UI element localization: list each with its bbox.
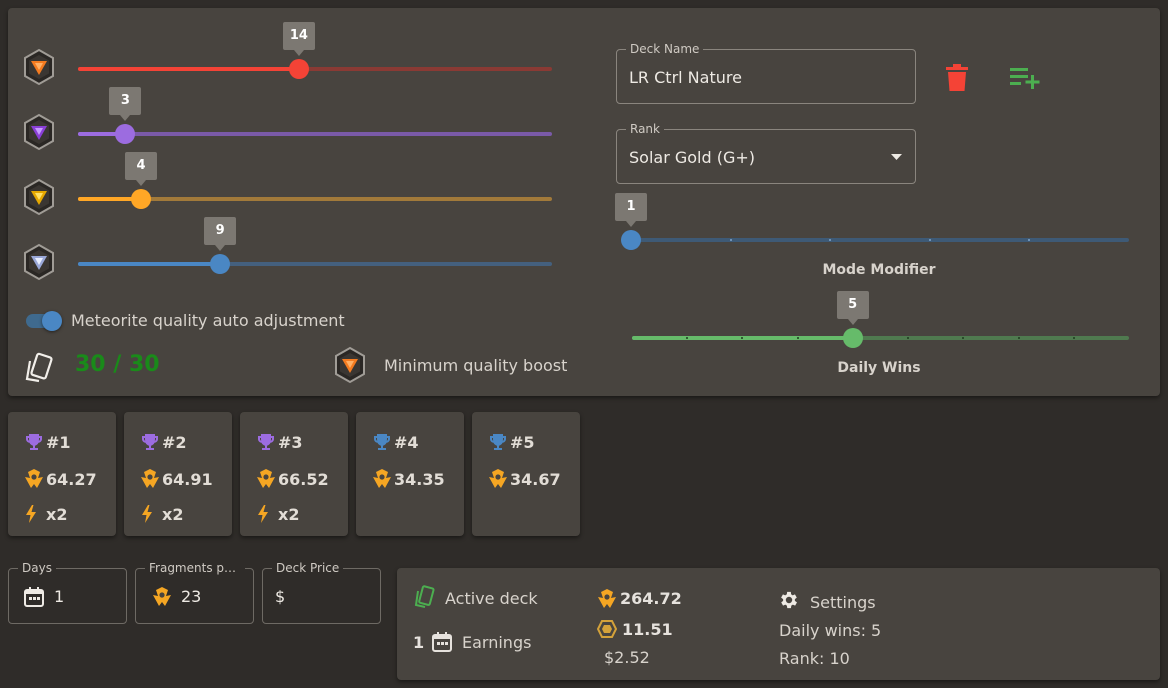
- deck-name-field[interactable]: Deck Name LR Ctrl Nature: [616, 42, 916, 104]
- card-rank: #1: [46, 432, 71, 452]
- daily-wins-value-label: 5: [836, 291, 869, 325]
- trophy-icon: [488, 432, 508, 452]
- silver-meteorite-value-label: 9: [204, 217, 237, 251]
- trophy-icon: [256, 432, 276, 452]
- orange-meteorite-icon: [22, 47, 56, 87]
- fragment-icon: [597, 588, 617, 610]
- bolt-icon: [24, 504, 38, 524]
- fragment-icon: [256, 468, 276, 490]
- orange-meteorite-icon[interactable]: [333, 345, 367, 385]
- mode-modifier-slider-thumb[interactable]: [621, 230, 641, 250]
- card-fragments: 66.52: [278, 469, 329, 489]
- earnings-days: 1: [413, 633, 425, 652]
- daily-wins-slider-tick: [1072, 337, 1075, 339]
- auto-adjust-label: Meteorite quality auto adjustment: [71, 311, 345, 330]
- bolt-icon: [256, 504, 270, 524]
- result-card[interactable]: #1 64.27 x2: [8, 412, 116, 536]
- gold-meteorite-icon: [22, 177, 56, 217]
- fragments-per-day-label: Fragments per day: [145, 561, 245, 575]
- fragments-per-day-input[interactable]: 23: [181, 587, 201, 606]
- trophy-icon: [372, 432, 392, 452]
- card-fragments: 34.67: [510, 469, 561, 489]
- usd-total: $2.52: [604, 648, 650, 667]
- trophy-icon: [140, 432, 160, 452]
- orange-meteorite-slider-fill: [78, 67, 299, 71]
- rank-label: Rank: [626, 122, 664, 136]
- deck-name-input[interactable]: LR Ctrl Nature: [629, 68, 742, 87]
- delete-icon[interactable]: [945, 64, 969, 92]
- card-rank: #5: [510, 432, 535, 452]
- orange-meteorite-slider-track[interactable]: [78, 67, 552, 71]
- daily-wins-slider-thumb[interactable]: [842, 328, 863, 348]
- rank-value: Solar Gold (G+): [629, 148, 756, 167]
- card-fragments: 34.35: [394, 469, 445, 489]
- result-card[interactable]: #4 34.35: [356, 412, 464, 536]
- fragment-icon: [24, 468, 44, 490]
- gold-meteorite-slider-thumb[interactable]: [131, 189, 152, 209]
- fragment-icon: [488, 468, 508, 490]
- mode-modifier-value-label: 1: [615, 193, 647, 227]
- orange-meteorite-slider-thumb[interactable]: [288, 59, 309, 79]
- purple-meteorite-slider-track[interactable]: [78, 132, 552, 136]
- daily-wins-slider-tick: [1017, 337, 1020, 339]
- card-fragments: 64.91: [162, 469, 213, 489]
- mode-modifier-label: Mode Modifier: [822, 262, 936, 278]
- dropdown-arrow-icon: [891, 154, 902, 160]
- card-rank: #4: [394, 432, 419, 452]
- fragments-per-day-field[interactable]: Fragments per day 23: [135, 561, 254, 624]
- silver-meteorite-icon: [22, 242, 56, 282]
- mode-modifier-slider-tick: [729, 239, 732, 241]
- deck-name-label: Deck Name: [626, 42, 704, 56]
- mode-modifier-slider-tick: [928, 239, 931, 241]
- days-input[interactable]: 1: [54, 587, 64, 606]
- calendar-icon: [431, 631, 453, 653]
- auto-adjust-toggle[interactable]: [42, 311, 62, 331]
- gold-meteorite-value-label: 4: [125, 152, 158, 186]
- card-rank: #2: [162, 432, 187, 452]
- deck-price-prefix: $: [275, 587, 286, 606]
- fragment-icon: [152, 586, 172, 608]
- trophy-icon: [24, 432, 44, 452]
- silver-meteorite-slider-track[interactable]: [78, 262, 552, 266]
- daily-wins-summary: Daily wins: 5: [779, 621, 882, 640]
- earnings-label: Earnings: [462, 633, 532, 652]
- rank-select[interactable]: Rank Solar Gold (G+): [616, 122, 916, 184]
- card-boost: x2: [278, 504, 300, 524]
- calendar-icon: [23, 586, 45, 608]
- fragment-icon: [140, 468, 160, 490]
- result-card[interactable]: #3 66.52 x2: [240, 412, 348, 536]
- daily-wins-slider-track[interactable]: [632, 336, 1129, 340]
- bolt-icon: [140, 504, 154, 524]
- card-fragments: 64.27: [46, 469, 97, 489]
- gear-icon[interactable]: [778, 589, 800, 611]
- days-label: Days: [18, 561, 56, 575]
- deck-price-label: Deck Price: [272, 561, 344, 575]
- fragments-total: 264.72: [620, 589, 682, 608]
- card-boost: x2: [162, 504, 184, 524]
- mode-modifier-slider-track[interactable]: [631, 238, 1129, 242]
- fragment-icon: [372, 468, 392, 490]
- deck-price-field[interactable]: Deck Price $: [262, 561, 381, 624]
- result-card[interactable]: #5 34.67: [472, 412, 580, 536]
- active-deck-label: Active deck: [445, 589, 538, 608]
- purple-meteorite-value-label: 3: [109, 87, 142, 121]
- card-count: 30 / 30: [75, 352, 160, 377]
- min-quality-boost-label: Minimum quality boost: [384, 356, 568, 375]
- silver-meteorite-slider-fill: [78, 262, 221, 266]
- coins-total: 11.51: [622, 620, 673, 639]
- coin-icon: [597, 620, 617, 638]
- playlist-add-icon[interactable]: [1010, 65, 1042, 91]
- active-deck-cards-icon: [414, 585, 435, 608]
- result-card[interactable]: #2 64.91 x2: [124, 412, 232, 536]
- rank-summary: Rank: 10: [779, 649, 850, 668]
- daily-wins-label: Daily Wins: [837, 360, 921, 376]
- cards-icon: [25, 352, 53, 383]
- card-boost: x2: [46, 504, 68, 524]
- days-field[interactable]: Days 1: [8, 561, 127, 624]
- card-rank: #3: [278, 432, 303, 452]
- daily-wins-slider-tick: [796, 337, 799, 339]
- orange-meteorite-value-label: 14: [282, 22, 315, 56]
- settings-label[interactable]: Settings: [810, 593, 876, 612]
- purple-meteorite-icon: [22, 112, 56, 152]
